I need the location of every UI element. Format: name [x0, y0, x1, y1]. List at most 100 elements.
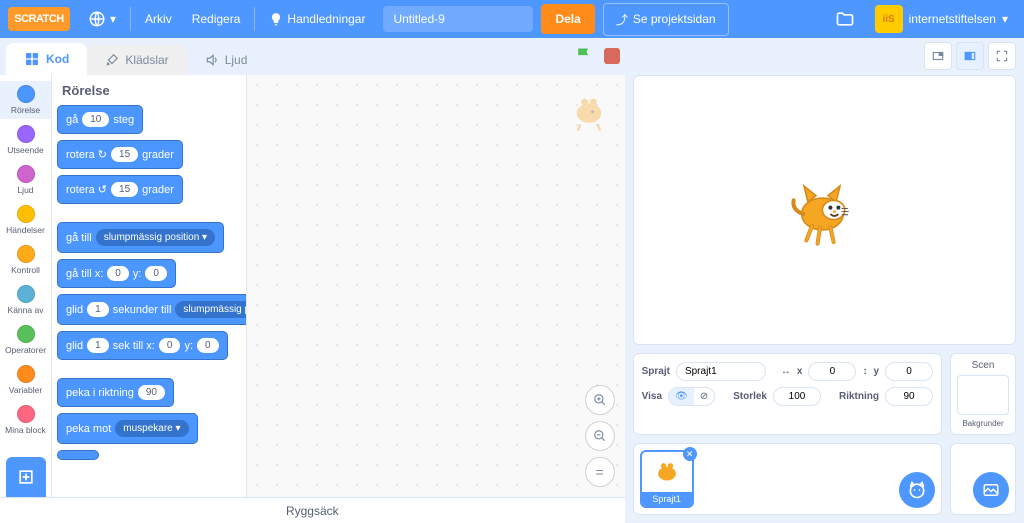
code-icon: [24, 51, 40, 67]
category-looks[interactable]: Utseende: [0, 121, 51, 159]
sprite-name-input[interactable]: [676, 362, 766, 381]
small-stage-icon: [931, 49, 945, 63]
sprite-thumbnail: [650, 455, 684, 489]
category-sensing[interactable]: Känna av: [0, 281, 51, 319]
category-variables[interactable]: Variabler: [0, 361, 51, 399]
block-categories: Rörelse Utseende Ljud Händelser Kontroll…: [0, 75, 52, 497]
scripts-workspace[interactable]: =: [247, 75, 625, 497]
sprite-direction-input[interactable]: [885, 387, 933, 406]
language-menu[interactable]: ▾: [78, 0, 126, 38]
tab-costumes-label: Klädslar: [125, 53, 168, 67]
zoom-in-button[interactable]: [585, 385, 615, 415]
sound-icon: [205, 53, 219, 67]
image-icon: [982, 481, 1000, 499]
block-glide-random[interactable]: glid1sekunder tillslumpmässig positio: [58, 295, 247, 324]
category-operators[interactable]: Operatorer: [0, 321, 51, 359]
sprite-tile-name: Sprajt1: [642, 492, 692, 506]
visibility-toggle[interactable]: 👁⊘: [668, 387, 715, 406]
stage[interactable]: [633, 75, 1016, 345]
sprite-info-panel: Sprajt ↔x ↕y Visa 👁⊘ Storlek Riktning: [633, 353, 942, 435]
username-label: internetstiftelsen: [909, 12, 996, 26]
block-glide-xy[interactable]: glid1sek till x:0y:0: [58, 332, 227, 359]
stage-thumbnail: [957, 375, 1009, 415]
sprite-tile[interactable]: ✕ Sprajt1: [640, 450, 694, 508]
brush-icon: [105, 53, 119, 67]
file-menu[interactable]: Arkiv: [135, 0, 182, 38]
sprite-on-stage[interactable]: [784, 170, 864, 250]
fullscreen-button[interactable]: [988, 42, 1016, 70]
category-events[interactable]: Händelser: [0, 201, 51, 239]
block-point-towards[interactable]: peka motmuspekare ▾: [58, 414, 197, 443]
block-turn-ccw[interactable]: rotera ↺15grader: [58, 176, 182, 203]
tab-code[interactable]: Kod: [6, 43, 87, 75]
zoom-out-button[interactable]: [585, 421, 615, 451]
direction-label: Riktning: [839, 391, 879, 402]
tab-sounds[interactable]: Ljud: [187, 45, 266, 75]
account-menu[interactable]: iiS internetstiftelsen ▾: [867, 5, 1016, 33]
edit-menu[interactable]: Redigera: [182, 0, 251, 38]
tab-row: Kod Klädslar Ljud: [0, 38, 1024, 75]
divider: [130, 7, 131, 31]
stage-small-button[interactable]: [924, 42, 952, 70]
add-extension-button[interactable]: [6, 457, 46, 497]
block-palette[interactable]: Rörelse gå10steg rotera ↻15grader rotera…: [52, 75, 247, 497]
block-partial[interactable]: [58, 451, 98, 459]
sprite-list: ✕ Sprajt1: [633, 443, 942, 515]
delete-sprite-button[interactable]: ✕: [683, 447, 697, 461]
block-goto-random[interactable]: gå tillslumpmässig position ▾: [58, 223, 223, 252]
zoom-in-icon: [593, 393, 607, 407]
scratch-logo[interactable]: SCRATCH: [8, 7, 70, 31]
block-move-steps[interactable]: gå10steg: [58, 106, 142, 133]
zoom-reset-button[interactable]: =: [585, 457, 615, 487]
sprite-name-label: Sprajt: [642, 366, 670, 377]
stage-label: Scen: [957, 360, 1009, 371]
green-flag-button[interactable]: [574, 46, 594, 66]
block-turn-cw[interactable]: rotera ↻15grader: [58, 141, 182, 168]
divider: [254, 7, 255, 31]
category-myblocks[interactable]: Mina block: [0, 401, 51, 439]
extension-icon: [16, 467, 36, 487]
folder-icon: [835, 9, 855, 29]
share-button[interactable]: Dela: [541, 4, 594, 34]
show-label: Visa: [642, 391, 662, 402]
backpack-header[interactable]: Ryggsäck: [0, 497, 625, 523]
tab-costumes[interactable]: Klädslar: [87, 45, 186, 75]
chevron-down-icon: ▾: [1002, 12, 1008, 26]
sprite-x-input[interactable]: [808, 362, 856, 381]
export-icon: ⤴: [616, 11, 628, 28]
tutorials-button[interactable]: Handledningar: [259, 0, 375, 38]
size-label: Storlek: [733, 391, 767, 402]
stop-button[interactable]: [604, 48, 620, 64]
stage-selector[interactable]: Scen Bakgrunder: [950, 353, 1016, 435]
chevron-down-icon: ▾: [110, 12, 116, 26]
avatar: iiS: [875, 5, 903, 33]
zoom-out-icon: [593, 429, 607, 443]
mystuff-button[interactable]: [823, 9, 867, 29]
project-title-input[interactable]: [383, 6, 533, 32]
globe-icon: [88, 10, 106, 28]
add-sprite-button[interactable]: [899, 472, 935, 508]
add-backdrop-button[interactable]: [973, 472, 1009, 508]
lightbulb-icon: [269, 12, 283, 26]
tab-code-label: Kod: [46, 52, 69, 66]
tab-sounds-label: Ljud: [225, 53, 248, 67]
block-goto-xy[interactable]: gå till x:0y:0: [58, 260, 175, 287]
category-motion[interactable]: Rörelse: [0, 81, 51, 119]
see-project-label: Se projektsidan: [633, 12, 716, 26]
category-sound[interactable]: Ljud: [0, 161, 51, 199]
tutorials-label: Handledningar: [287, 12, 365, 26]
stage-area: [950, 443, 1016, 515]
sprite-y-input[interactable]: [885, 362, 933, 381]
block-point-direction[interactable]: peka i riktning90: [58, 379, 173, 406]
backdrops-label: Bakgrunder: [957, 419, 1009, 428]
palette-header: Rörelse: [62, 83, 240, 98]
category-control[interactable]: Kontroll: [0, 241, 51, 279]
large-stage-icon: [963, 49, 977, 63]
stage-large-button[interactable]: [956, 42, 984, 70]
sprite-size-input[interactable]: [773, 387, 821, 406]
menu-bar: SCRATCH ▾ Arkiv Redigera Handledningar D…: [0, 0, 1024, 38]
sprite-watermark: [567, 89, 611, 133]
cat-face-icon: [907, 480, 927, 500]
see-project-button[interactable]: ⤴ Se projektsidan: [603, 3, 729, 36]
fullscreen-icon: [995, 49, 1009, 63]
